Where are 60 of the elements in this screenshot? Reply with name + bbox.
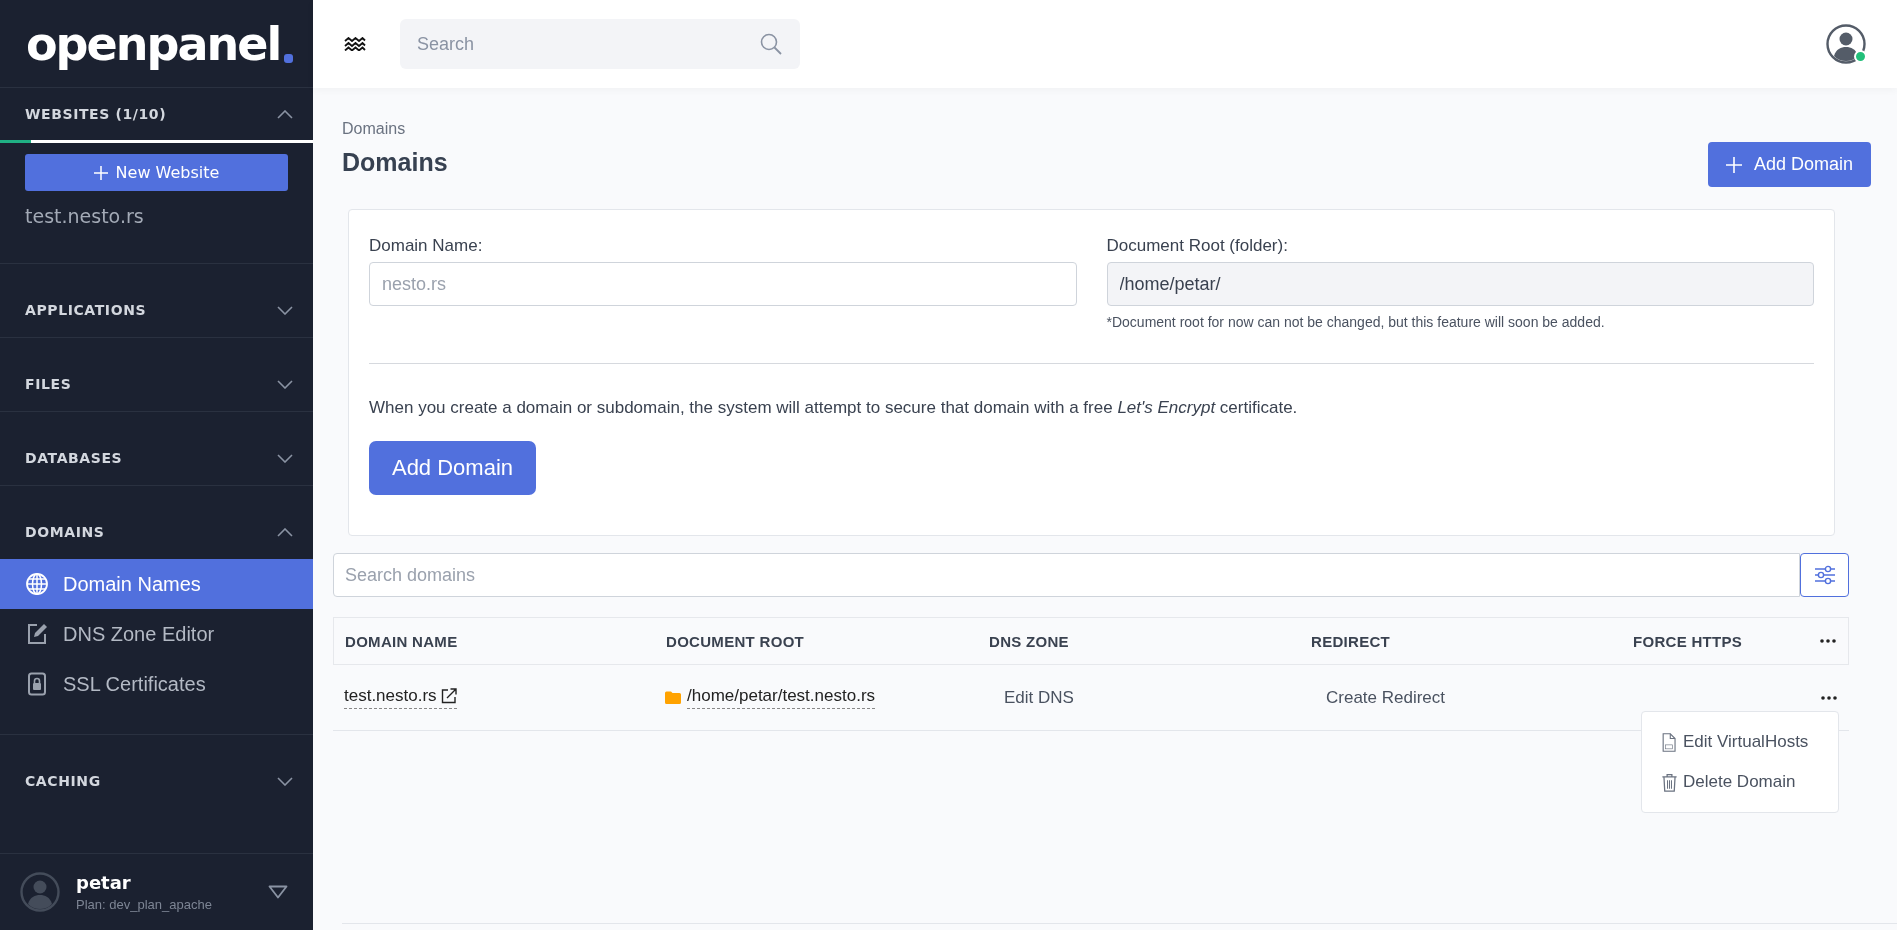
menu-item[interactable]: Delete Domain <box>1642 762 1838 802</box>
chevron-down-icon[interactable] <box>277 305 293 315</box>
domain-link[interactable]: test.nesto.rs <box>344 686 457 709</box>
new-website-button[interactable]: New Website <box>25 154 288 191</box>
add-domain-button[interactable]: Add Domain <box>1708 142 1871 187</box>
column-header[interactable]: REDIRECT <box>1311 632 1391 650</box>
domain-name-field[interactable]: nesto.rs <box>369 262 1077 306</box>
section-title[interactable]: FILES <box>25 374 72 394</box>
column-header[interactable]: DOCUMENT ROOT <box>666 632 805 650</box>
info-text: When you create a domain or subdomain, the system will attempt to secure that domain with a free Let's Encrypt certificate. <box>369 398 1299 418</box>
caret-down-icon[interactable] <box>268 885 288 899</box>
folder-icon <box>665 691 681 704</box>
file-icon <box>1660 732 1679 752</box>
breadcrumb[interactable]: Domains <box>342 119 448 139</box>
chevron-up-icon[interactable] <box>277 109 293 119</box>
document-root-field: /home/petar/ <box>1106 262 1814 306</box>
page-title: Domains <box>342 147 448 177</box>
section-title[interactable]: APPLICATIONS <box>25 300 147 320</box>
lock-icon <box>25 672 49 696</box>
filter-button[interactable] <box>1800 553 1849 597</box>
search-field[interactable]: Search <box>400 19 800 69</box>
chevron-up-icon[interactable] <box>277 527 293 537</box>
user-avatar[interactable] <box>1826 24 1866 64</box>
document-root-link[interactable]: /home/petar/test.nesto.rs <box>687 686 876 709</box>
more-icon[interactable] <box>1820 639 1836 643</box>
user-name: petar <box>76 872 132 893</box>
trash-icon <box>1660 772 1679 792</box>
section-title[interactable]: WEBSITES (1/10) <box>25 104 167 124</box>
website-link[interactable]: test.nesto.rs <box>25 205 288 227</box>
section-title[interactable]: DOMAINS <box>25 522 105 542</box>
nav-item[interactable]: Domain Names <box>0 559 313 609</box>
search-field[interactable]: Search domains <box>333 553 1800 597</box>
edit-dns-link[interactable]: Edit DNS <box>988 687 1074 708</box>
field-note: *Document root for now can not be changed, but this feature will soon be added. <box>1106 314 1606 330</box>
more-icon[interactable] <box>1821 695 1837 700</box>
edit-icon <box>25 622 49 646</box>
user-plan: Plan: dev_plan_apache <box>76 897 213 912</box>
plus-icon <box>93 165 108 180</box>
logo[interactable]: openpanel <box>26 16 281 71</box>
external-link-icon <box>440 688 457 704</box>
menu-item[interactable]: Edit VirtualHosts <box>1642 722 1838 762</box>
chevron-down-icon[interactable] <box>277 453 293 463</box>
menu-icon[interactable] <box>344 37 366 51</box>
create-redirect-link[interactable]: Create Redirect <box>1310 687 1446 708</box>
chevron-down-icon[interactable] <box>277 776 293 786</box>
add-domain-button[interactable]: Add Domain <box>369 441 536 495</box>
column-header[interactable]: DOMAIN NAME <box>345 632 458 650</box>
plus-icon <box>1725 156 1742 173</box>
field-label: Document Root (folder): <box>1106 236 1289 256</box>
nav-item[interactable]: SSL Certificates <box>0 659 313 709</box>
sliders-icon <box>1813 565 1836 585</box>
field-label: Domain Name: <box>369 236 484 256</box>
nav-item[interactable]: DNS Zone Editor <box>0 609 313 659</box>
column-header[interactable]: FORCE HTTPS <box>1633 632 1743 650</box>
section-title[interactable]: CACHING <box>25 771 101 791</box>
globe-icon <box>25 572 49 596</box>
search-icon <box>760 33 782 55</box>
chevron-down-icon[interactable] <box>277 379 293 389</box>
column-header[interactable]: DNS ZONE <box>989 632 1069 650</box>
section-title[interactable]: DATABASES <box>25 448 123 468</box>
